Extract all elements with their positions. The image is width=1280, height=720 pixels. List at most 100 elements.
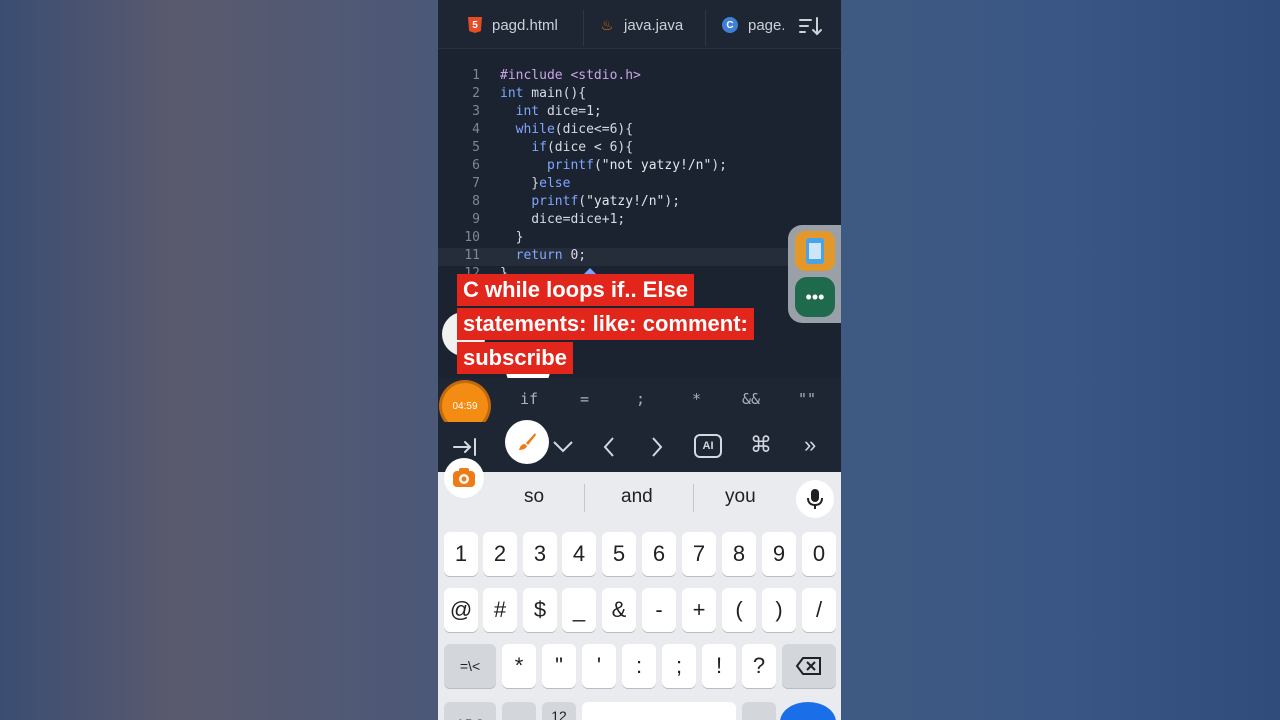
- code-line: 9 dice=dice+1;: [438, 212, 841, 230]
- code-line: 1 #include <stdio.h>: [438, 68, 841, 86]
- tab-pagd-html[interactable]: 5 pagd.html: [468, 8, 558, 42]
- chevron-left-icon[interactable]: [602, 436, 616, 458]
- ai-assistant-icon[interactable]: AI: [694, 434, 722, 458]
- timer-text: 04:59: [452, 400, 478, 412]
- code-line: 7 }else: [438, 176, 841, 194]
- sort-icon[interactable]: [798, 15, 824, 37]
- key[interactable]: (: [722, 588, 756, 632]
- symbol-key[interactable]: =: [580, 390, 589, 408]
- tab-page-c[interactable]: C page.c: [722, 8, 784, 42]
- line-number: 11: [464, 248, 480, 263]
- suggestion-word[interactable]: so: [524, 486, 544, 508]
- code-line: 6 printf("not yatzy!/n");: [438, 158, 841, 176]
- key[interactable]: _: [562, 588, 596, 632]
- code-text: int main(){: [500, 86, 587, 101]
- code-line: 2 int main(){: [438, 86, 841, 104]
- code-line-current: 11 return 0;: [438, 248, 841, 266]
- command-icon[interactable]: ⌘: [750, 432, 772, 458]
- editor-nav-bar: AI ⌘ »: [438, 422, 841, 472]
- suggestion-divider: [584, 484, 585, 512]
- symbol-key[interactable]: ;: [636, 390, 645, 408]
- caption-line: C while loops if.. Else: [457, 274, 694, 306]
- code-text: dice=dice+1;: [500, 212, 626, 227]
- blurred-background-left: [0, 0, 438, 720]
- key[interactable]: $: [523, 588, 557, 632]
- on-screen-keyboard: so and you 1 2 3 4 5 6 7 8 9 0 @ # $ _ &…: [438, 472, 841, 720]
- floating-side-panel: •••: [788, 225, 841, 323]
- number-mode-key[interactable]: 12: [542, 702, 576, 720]
- quick-symbol-bar: if = ; * && "": [438, 378, 841, 422]
- key[interactable]: ': [582, 644, 616, 688]
- key[interactable]: *: [502, 644, 536, 688]
- phone-screen: 5 pagd.html ♨ java.java C page.c 1 #inc: [438, 0, 841, 720]
- line-number: 3: [472, 104, 480, 119]
- html5-icon: 5: [468, 17, 482, 33]
- symbol-key[interactable]: "": [798, 390, 816, 408]
- key[interactable]: 2: [483, 532, 517, 576]
- double-chevron-right-icon[interactable]: »: [804, 432, 816, 458]
- key[interactable]: /: [802, 588, 836, 632]
- emoji-key[interactable]: [502, 702, 536, 720]
- line-number: 9: [472, 212, 480, 227]
- suggestion-word[interactable]: you: [725, 486, 756, 508]
- symbol-key[interactable]: if: [520, 390, 538, 408]
- key[interactable]: &: [602, 588, 636, 632]
- java-icon: ♨: [600, 16, 614, 33]
- key[interactable]: 0: [802, 532, 836, 576]
- line-number: 1: [472, 68, 480, 83]
- blurred-background-right: [841, 0, 1280, 720]
- tab-java-java[interactable]: ♨ java.java: [600, 8, 683, 42]
- key[interactable]: +: [682, 588, 716, 632]
- key[interactable]: ?: [742, 644, 776, 688]
- caption-line: statements: like: comment:: [457, 308, 754, 340]
- key[interactable]: @: [444, 588, 478, 632]
- screen-recorder-button[interactable]: [444, 458, 484, 498]
- key[interactable]: 5: [602, 532, 636, 576]
- key[interactable]: :: [622, 644, 656, 688]
- tab-key-icon[interactable]: [452, 436, 478, 458]
- tab-divider: [583, 10, 584, 46]
- key[interactable]: ": [542, 644, 576, 688]
- key[interactable]: 7: [682, 532, 716, 576]
- code-line: 5 if(dice < 6){: [438, 140, 841, 158]
- code-line: 8 printf("yatzy!/n");: [438, 194, 841, 212]
- symbol-mode-key[interactable]: =\<: [444, 644, 496, 688]
- key[interactable]: 9: [762, 532, 796, 576]
- period-key[interactable]: [742, 702, 776, 720]
- chevron-down-icon[interactable]: [552, 438, 574, 454]
- code-text: #include <stdio.h>: [500, 68, 641, 83]
- abc-mode-key[interactable]: ABC: [444, 702, 496, 720]
- caption-line: subscribe: [457, 342, 573, 374]
- tab-label: pagd.html: [492, 16, 558, 34]
- key[interactable]: 4: [562, 532, 596, 576]
- chevron-right-icon[interactable]: [650, 436, 664, 458]
- line-number: 7: [472, 176, 480, 191]
- space-key[interactable]: [582, 702, 736, 720]
- backspace-key[interactable]: [782, 644, 836, 688]
- code-line: 10 }: [438, 230, 841, 248]
- key[interactable]: 8: [722, 532, 756, 576]
- suggestion-word[interactable]: and: [621, 486, 653, 508]
- tab-label: java.java: [624, 16, 684, 34]
- code-editor[interactable]: 1 #include <stdio.h> 2 int main(){ 3 int…: [438, 60, 841, 275]
- more-options-icon[interactable]: •••: [795, 277, 835, 317]
- code-text: printf("not yatzy!/n");: [546, 158, 727, 173]
- brush-tool-button[interactable]: [505, 420, 549, 464]
- code-line: 4 while(dice<=6){: [438, 122, 841, 140]
- code-text: while(dice<=6){: [515, 122, 634, 137]
- tab-divider: [705, 10, 706, 46]
- symbol-key[interactable]: &&: [742, 390, 760, 408]
- suggestion-divider: [693, 484, 694, 512]
- key[interactable]: ;: [662, 644, 696, 688]
- key[interactable]: -: [642, 588, 676, 632]
- key[interactable]: 3: [523, 532, 557, 576]
- key[interactable]: 1: [444, 532, 478, 576]
- key[interactable]: #: [483, 588, 517, 632]
- key[interactable]: !: [702, 644, 736, 688]
- microphone-icon[interactable]: [796, 480, 834, 518]
- symbol-key[interactable]: *: [692, 390, 701, 408]
- key[interactable]: 6: [642, 532, 676, 576]
- key[interactable]: ): [762, 588, 796, 632]
- code-text: int dice=1;: [515, 104, 602, 119]
- app-shortcut-icon[interactable]: [795, 231, 835, 271]
